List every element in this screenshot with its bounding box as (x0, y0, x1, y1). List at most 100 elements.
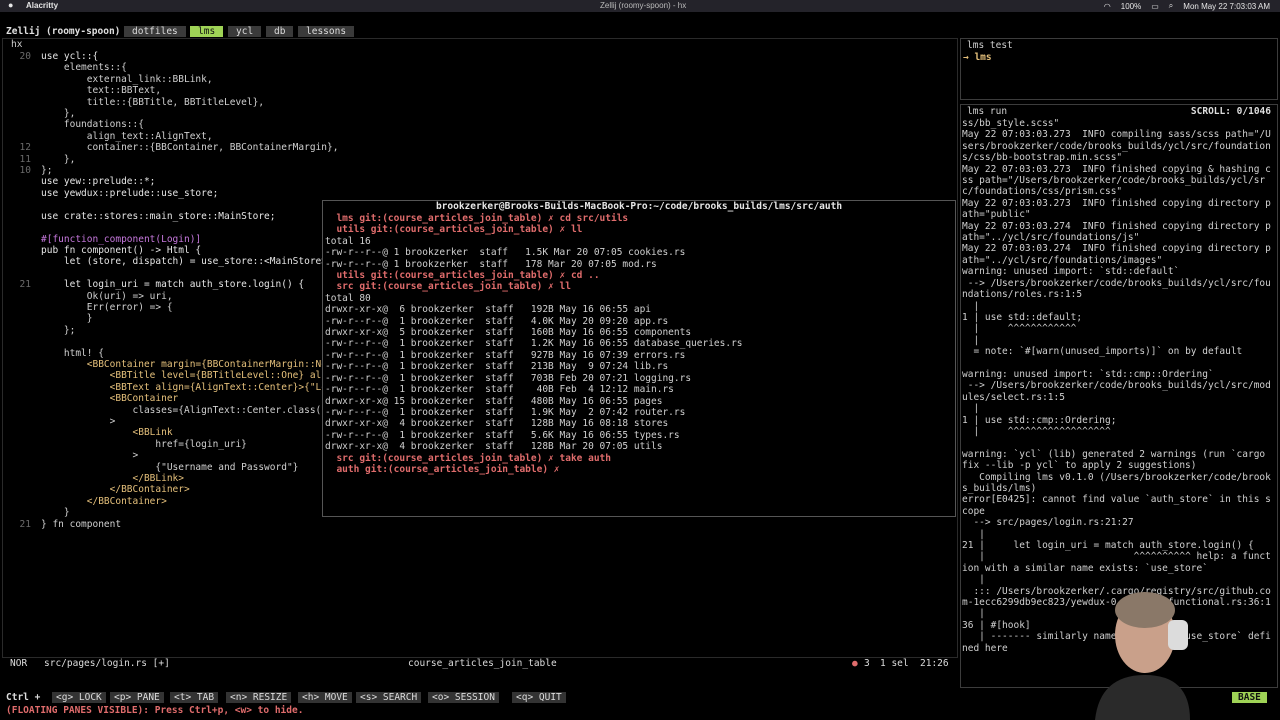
floating-terminal-pane[interactable]: brookzerker@Brooks-Builds-MacBook-Pro:~/… (322, 200, 956, 517)
terminal-line: -rw-r--r--@ 1 brookzerker staff 927B May… (325, 349, 686, 361)
helix-statusline: NOR src/pages/login.rs [+] course_articl… (0, 658, 956, 670)
search-icon[interactable]: ⌕ (1169, 1, 1173, 11)
terminal-line: utils git:(course_articles_join_table) ✗… (325, 270, 600, 282)
terminal-line: drwxr-xr-x@ 6 brookzerker staff 192B May… (325, 304, 652, 316)
code-line[interactable]: 20 use ycl::{ (3, 51, 487, 62)
code-text: html! { (41, 347, 104, 359)
line-number: 21 (19, 279, 31, 291)
webcam-person-image (1095, 592, 1190, 720)
lms-run-title: lms run (967, 106, 1008, 117)
cursor-position: 21:26 (920, 658, 949, 669)
code-text: classes={AlignText::Center.class()} (41, 404, 333, 416)
ctrl-label: Ctrl + (6, 692, 41, 703)
wifi-icon[interactable]: ◠ (1104, 2, 1111, 11)
session-name: Zellij (roomy-spoon) (6, 26, 121, 37)
window-title: Zellij (roomy-spoon) - hx (600, 1, 687, 10)
code-line[interactable]: use yewdux::prelude::use_store; (3, 188, 487, 199)
terminal-line: utils git:(course_articles_join_table) ✗… (325, 224, 583, 236)
terminal-line: -rw-r--r--@ 1 brookzerker staff 1.5K Mar… (325, 247, 686, 259)
tab-dotfiles[interactable]: dotfiles (124, 26, 186, 37)
code-text: let login_uri = match auth_store.login()… (41, 279, 305, 291)
code-line[interactable]: title::{BBTitle, BBTitleLevel}, (3, 97, 487, 108)
terminal-line: -rw-r--r--@ 1 brookzerker staff 4.0K May… (325, 315, 669, 327)
battery-icon[interactable]: ▭ (1151, 2, 1159, 11)
code-line[interactable]: elements::{ (3, 62, 487, 73)
terminal-line: drwxr-xr-x@ 15 brookzerker staff 480B Ma… (325, 395, 663, 407)
key-pane[interactable]: <p> PANE (110, 692, 164, 703)
code-text: use yew::prelude::*; (41, 176, 156, 188)
editor-pane-title: hx (11, 39, 23, 50)
lms-test-pane[interactable]: lms test → lms (960, 38, 1278, 100)
code-text: #[function_component(Login)] (41, 233, 202, 245)
code-line[interactable]: 21} fn component (3, 519, 487, 530)
terminal-line: drwxr-xr-x@ 5 brookzerker staff 160B May… (325, 327, 692, 339)
code-line[interactable]: align_text::AlignText, (3, 131, 487, 142)
terminal-line: total 80 (325, 292, 371, 304)
file-path: src/pages/login.rs [+] (44, 658, 170, 669)
key-resize[interactable]: <n> RESIZE (226, 692, 292, 703)
key-search[interactable]: <s> SEARCH (356, 692, 422, 703)
terminal-line: src git:(course_articles_join_table) ✗ l… (325, 281, 571, 293)
code-text: let (store, dispatch) = use_store::<Main… (41, 256, 345, 268)
terminal-line: -rw-r--r--@ 1 brookzerker staff 5.6K May… (325, 429, 680, 441)
terminal-line: lms git:(course_articles_join_table) ✗ c… (325, 213, 629, 224)
app-name[interactable]: Alacritty (26, 1, 58, 10)
zellij-tabbar: Zellij (roomy-spoon) dotfiles lms ycl db… (0, 26, 1280, 38)
line-number: 10 (19, 165, 31, 177)
code-text: elements::{ (41, 62, 127, 74)
error-indicator-icon: ● (852, 658, 858, 669)
code-text: > (41, 450, 139, 462)
battery-label[interactable]: 100% (1121, 2, 1141, 11)
terminal-line: auth git:(course_articles_join_table) ✗ (325, 463, 566, 475)
code-line[interactable]: }, (3, 108, 487, 119)
key-move[interactable]: <h> MOVE (298, 692, 352, 703)
terminal-output[interactable]: lms git:(course_articles_join_table) ✗ c… (325, 213, 743, 475)
git-branch: course_articles_join_table (408, 658, 557, 669)
code-text: } (41, 507, 70, 519)
key-quit[interactable]: <q> QUIT (512, 692, 566, 703)
code-line[interactable]: 10}; (3, 165, 487, 176)
mode-base-badge: BASE (1232, 692, 1267, 703)
mac-menubar: ● Alacritty Zellij (roomy-spoon) - hx ◠ … (0, 0, 1280, 12)
code-text: align_text::AlignText, (41, 130, 213, 142)
code-text: text::BBText, (41, 85, 162, 97)
key-tab[interactable]: <t> TAB (170, 692, 219, 703)
scroll-indicator: SCROLL: 0/1046 (1190, 106, 1271, 117)
code-text: pub fn component() -> Html { (41, 244, 202, 256)
code-text: title::{BBTitle, BBTitleLevel}, (41, 96, 265, 108)
terminal-line: drwxr-xr-x@ 4 brookzerker staff 128B May… (325, 418, 669, 430)
tab-lessons[interactable]: lessons (298, 26, 355, 37)
code-line[interactable]: external_link::BBLink, (3, 74, 487, 85)
tab-db[interactable]: db (266, 26, 294, 37)
code-text: {"Username and Password"} (41, 461, 299, 473)
line-number: 11 (19, 153, 31, 165)
code-text: }, (41, 153, 76, 165)
code-text: }; (41, 324, 76, 336)
code-text: }, (41, 108, 76, 120)
code-text: use ycl::{ (41, 51, 99, 62)
code-text: Err(error) => { (41, 301, 173, 313)
code-text: <BBLink (41, 427, 173, 439)
code-text: </BBContainer> (41, 484, 190, 496)
code-line[interactable]: 12 container::{BBContainer, BBContainerM… (3, 142, 487, 153)
lms-run-log: ss/bb_style.scss" May 22 07:03:03.273 IN… (962, 118, 1271, 654)
code-text: container::{BBContainer, BBContainerMarg… (41, 142, 339, 154)
line-number: 20 (19, 51, 31, 62)
code-text: <BBText align={AlignText::Center}>{"Log (41, 381, 333, 393)
code-text: use crate::stores::main_store::MainStore… (41, 210, 276, 222)
apple-icon[interactable]: ● (8, 0, 13, 10)
tab-lms[interactable]: lms (190, 26, 224, 37)
terminal-line: total 16 (325, 235, 371, 247)
code-line[interactable]: use yew::prelude::*; (3, 176, 487, 187)
datetime[interactable]: Mon May 22 7:03:03 AM (1183, 2, 1270, 11)
code-text: > (41, 416, 116, 427)
key-session[interactable]: <o> SESSION (428, 692, 499, 703)
code-line[interactable]: text::BBText, (3, 85, 487, 96)
code-text: external_link::BBLink, (41, 73, 213, 85)
code-text: } fn component (41, 518, 122, 530)
code-line[interactable]: 11 }, (3, 154, 487, 165)
code-text: href={login_uri} (41, 438, 247, 450)
tab-ycl[interactable]: ycl (228, 26, 262, 37)
key-lock[interactable]: <g> LOCK (52, 692, 106, 703)
code-line[interactable]: foundations::{ (3, 119, 487, 130)
